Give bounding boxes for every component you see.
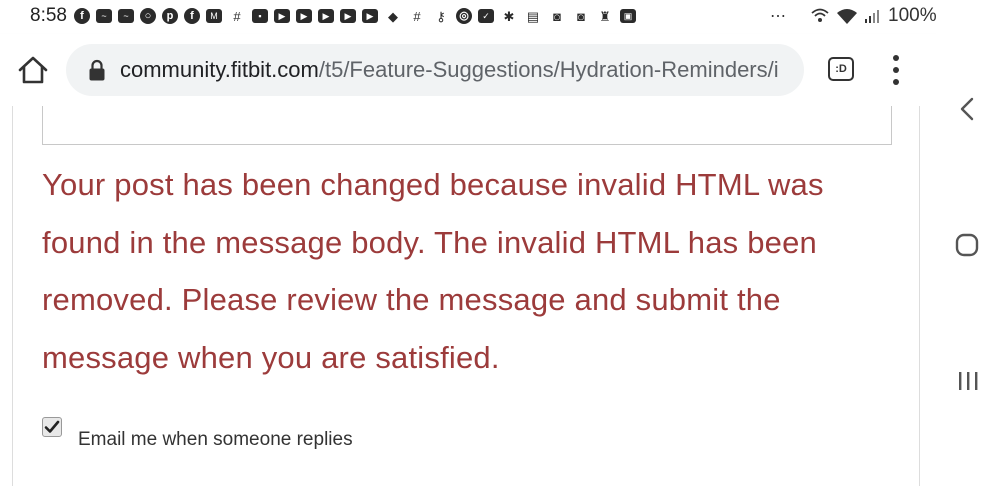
url-domain: community.fitbit.com (120, 57, 319, 82)
status-time: 8:58 (30, 5, 67, 26)
game-icon: ◆ (388, 8, 398, 24)
recent-apps-icon (959, 372, 978, 390)
back-button[interactable] (957, 96, 977, 122)
error-message: Your post has been changed because inval… (42, 167, 824, 375)
status-right: ⋯ 100% (770, 5, 953, 27)
notification-icons: f ~ ~ ○ p f M # ▪ ▶ ▶ ▶ ▶ ▶ ◆ # ⚷ ◎ ✓ ✱ ▤ ◙ ◙ ♜ ▣ (74, 7, 636, 25)
menu-dot-icon (893, 79, 899, 85)
youtube-icon: ▶ (274, 9, 290, 23)
check-box-icon: ✓ (478, 9, 494, 23)
key-icon: ⚷ (436, 8, 446, 24)
book-icon: ▤ (526, 8, 540, 24)
messenger-icon: ~ (96, 9, 112, 23)
facebook-icon: f (74, 8, 90, 24)
battery-percent: 100% (888, 5, 937, 26)
address-bar[interactable]: community.fitbit.com/t5/Feature-Suggesti… (66, 44, 804, 96)
youtube-icon: ▶ (296, 9, 312, 23)
instagram-icon: ◙ (577, 8, 585, 24)
overflow-menu-button[interactable] (886, 55, 906, 85)
android-nav-bar (936, 0, 999, 486)
url-path: /t5/Feature-Suggestions/Hydration-Remind… (318, 57, 779, 82)
page-content: Your post has been changed because inval… (0, 106, 936, 486)
circle-app-icon: ○ (140, 8, 156, 24)
instagram-icon: ◙ (553, 8, 561, 24)
home-nav-button[interactable] (955, 233, 979, 257)
more-indicator: ⋯ (770, 8, 786, 25)
messenger-icon: ~ (118, 9, 134, 23)
youtube-icon: ▶ (318, 9, 334, 23)
message-body-editor[interactable] (42, 106, 892, 145)
photo-icon: ▣ (620, 9, 636, 23)
walmart-icon: ✱ (503, 8, 515, 24)
keyhole-icon: ♜ (599, 8, 611, 24)
url-text[interactable]: community.fitbit.com/t5/Feature-Suggesti… (120, 57, 800, 83)
home-icon (18, 56, 48, 84)
email-notify-checkbox[interactable] (42, 417, 62, 437)
youtube-icon: ▶ (340, 9, 356, 23)
chrome-icon: ◎ (456, 8, 472, 24)
signal-icon (865, 10, 879, 23)
email-notify-label[interactable]: Email me when someone replies (78, 429, 353, 451)
home-button[interactable] (16, 53, 50, 87)
menu-dot-icon (893, 67, 899, 73)
back-icon (960, 97, 974, 121)
wifi-icon (837, 9, 857, 24)
slack-icon: # (413, 8, 421, 24)
facebook-icon: f (184, 8, 200, 24)
home-circle-icon (955, 233, 979, 257)
pinterest-icon: p (162, 8, 178, 24)
slack-icon: # (233, 8, 241, 24)
lock-icon (89, 59, 105, 81)
checkmark-icon (44, 420, 60, 433)
status-bar: 8:58 f ~ ~ ○ p f M # ▪ ▶ ▶ ▶ ▶ ▶ ◆ # ⚷ ◎ ✓ ✱ ▤ ◙ ◙ ♜ ▣ ⋯ 100% (0, 0, 953, 34)
hotspot-icon (811, 8, 829, 22)
menu-dot-icon (893, 55, 899, 61)
ifttt-icon: ▪ (252, 9, 268, 23)
gmail-icon: M (206, 9, 222, 23)
browser-toolbar: community.fitbit.com/t5/Feature-Suggesti… (0, 34, 936, 106)
tab-switcher-button[interactable]: :D (828, 57, 854, 81)
youtube-icon: ▶ (362, 9, 378, 23)
recent-apps-button[interactable] (956, 370, 980, 392)
